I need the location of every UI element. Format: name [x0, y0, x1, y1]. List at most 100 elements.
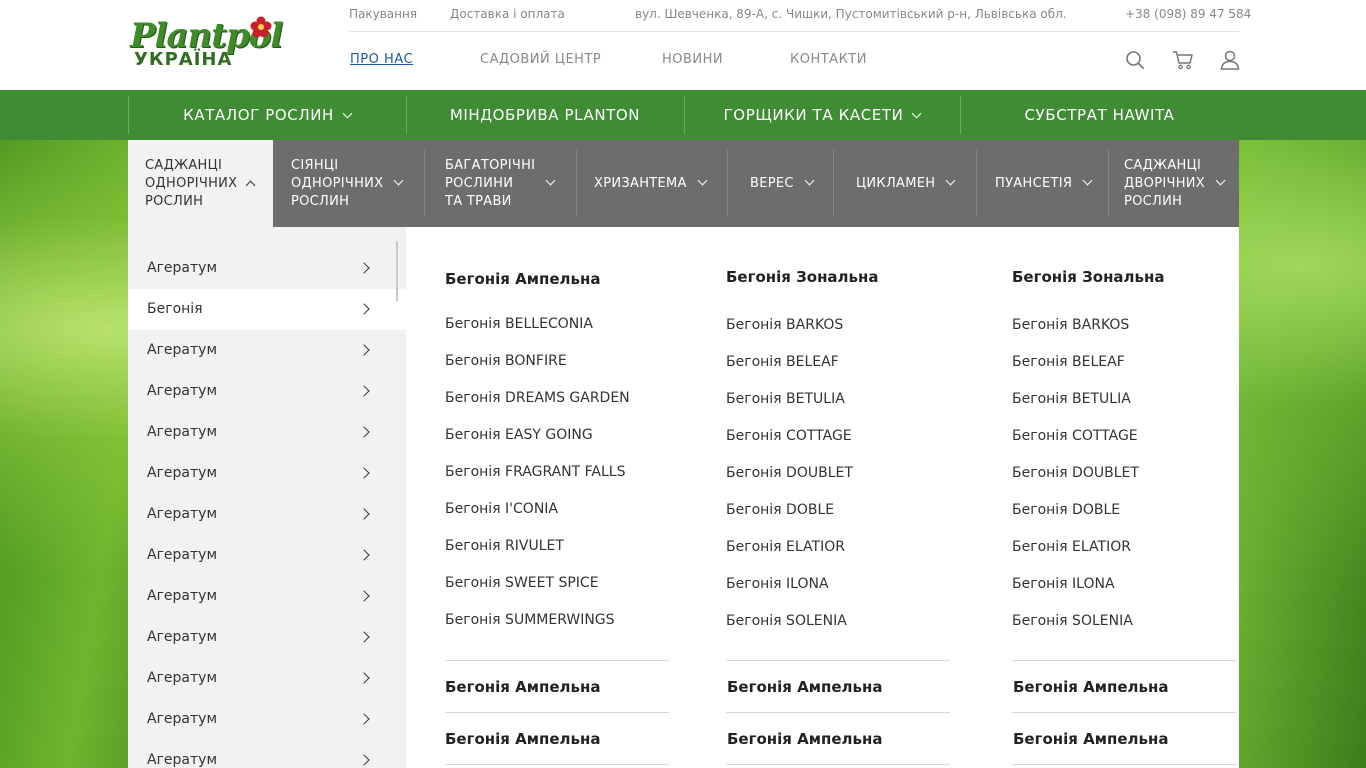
- variety-link[interactable]: Бегонія EASY GOING: [445, 427, 593, 443]
- chevron-up-icon: [245, 180, 256, 191]
- variety-link[interactable]: Бегонія RIVULET: [445, 538, 564, 554]
- search-icon[interactable]: [1124, 49, 1146, 71]
- nav-garden-center[interactable]: САДОВИЙ ЦЕНТР: [480, 52, 601, 67]
- category-bar: КАТАЛОГ РОСЛИН МІНДОБРИВА PLANTON ГОРЩИК…: [0, 90, 1366, 140]
- variety-link[interactable]: Бегонія ILONA: [1012, 576, 1115, 592]
- list-item[interactable]: Агератум: [128, 248, 396, 289]
- subcategory-annual-seedlings[interactable]: САДЖАНЦІ ОДНОРІЧНИХ РОСЛИН: [128, 140, 273, 227]
- column-title[interactable]: Бегонія Зональна: [1012, 268, 1165, 286]
- list-item[interactable]: Агератум: [128, 658, 396, 699]
- divider: [445, 660, 669, 661]
- logo-subtitle: УКРАЇНА: [134, 49, 233, 70]
- group-heading[interactable]: Бегонія Ампельна: [727, 678, 882, 696]
- list-item[interactable]: Агератум: [128, 453, 396, 494]
- variety-link[interactable]: Бегонія BARKOS: [1012, 317, 1129, 333]
- list-item-label: Агератум: [147, 629, 218, 645]
- variety-link[interactable]: Бегонія DOBLE: [726, 502, 834, 518]
- list-item[interactable]: Бегонія: [128, 289, 406, 330]
- category-label: ГОРЩИКИ ТА КАСЕТИ: [723, 106, 904, 124]
- group-heading[interactable]: Бегонія Ампельна: [445, 730, 600, 748]
- variety-link[interactable]: Бегонія DOUBLET: [1012, 465, 1139, 481]
- group-heading[interactable]: Бегонія Ампельна: [1013, 730, 1168, 748]
- flower-icon: [250, 16, 272, 38]
- variety-link[interactable]: Бегонія FRAGRANT FALLS: [445, 464, 626, 480]
- header: Plantpol УКРАЇНА Пакування Доставка і оп…: [0, 0, 1366, 90]
- subcategory-cyclamen[interactable]: ЦИКЛАМЕН: [834, 140, 976, 227]
- subcategory-heather[interactable]: ВЕРЕС: [728, 140, 833, 227]
- variety-link[interactable]: Бегонія ILONA: [726, 576, 829, 592]
- variety-link[interactable]: Бегонія SOLENIA: [726, 613, 847, 629]
- chevron-down-icon: [1082, 175, 1093, 186]
- list-item[interactable]: Агератум: [128, 371, 396, 412]
- variety-link[interactable]: Бегонія SWEET SPICE: [445, 575, 599, 591]
- nav-contacts[interactable]: КОНТАКТИ: [790, 52, 867, 67]
- divider: [1012, 660, 1236, 661]
- chevron-right-icon: [358, 303, 370, 315]
- variety-link[interactable]: Бегонія DOBLE: [1012, 502, 1120, 518]
- list-item[interactable]: Агератум: [128, 740, 396, 768]
- cart-icon[interactable]: [1172, 49, 1194, 71]
- variety-link[interactable]: Бегонія COTTAGE: [1012, 428, 1138, 444]
- variety-link[interactable]: Бегонія BONFIRE: [445, 353, 567, 369]
- divider: [445, 764, 669, 765]
- group-heading[interactable]: Бегонія Ампельна: [1013, 678, 1168, 696]
- subcategory-label: ПУАНСЕТІЯ: [995, 175, 1073, 191]
- variety-link[interactable]: Бегонія ELATIOR: [1012, 539, 1131, 555]
- list-item-label: Агератум: [147, 588, 218, 604]
- category-pots[interactable]: ГОРЩИКИ ТА КАСЕТИ: [684, 90, 960, 140]
- list-item[interactable]: Агератум: [128, 576, 396, 617]
- list-item[interactable]: Агератум: [128, 617, 396, 658]
- variety-link[interactable]: Бегонія SUMMERWINGS: [445, 612, 615, 628]
- list-item[interactable]: Агератум: [128, 535, 396, 576]
- chevron-down-icon: [804, 175, 815, 186]
- variety-link[interactable]: Бегонія DOUBLET: [726, 465, 853, 481]
- delivery-link[interactable]: Доставка і оплата: [450, 7, 565, 21]
- subcategory-chrysanthemum[interactable]: ХРИЗАНТЕМА: [577, 140, 727, 227]
- variety-link[interactable]: Бегонія BELEAF: [1012, 354, 1125, 370]
- subcategory-label: БАГАТОРІЧНІ РОСЛИНИ ТА ТРАВИ: [445, 157, 536, 209]
- group-heading[interactable]: Бегонія Ампельна: [727, 730, 882, 748]
- group-heading[interactable]: Бегонія Ампельна: [445, 678, 600, 696]
- packaging-link[interactable]: Пакування: [349, 7, 417, 21]
- variety-link[interactable]: Бегонія BETULIA: [1012, 391, 1131, 407]
- chevron-down-icon: [342, 108, 353, 119]
- subcategory-label: ХРИЗАНТЕМА: [594, 175, 687, 191]
- chevron-right-icon: [358, 426, 370, 438]
- phone-link[interactable]: +38 (098) 89 47 584: [1125, 7, 1251, 21]
- subcategory-perennials[interactable]: БАГАТОРІЧНІ РОСЛИНИ ТА ТРАВИ: [425, 140, 576, 227]
- list-item[interactable]: Агератум: [128, 412, 396, 453]
- list-item[interactable]: Агератум: [128, 494, 396, 535]
- subcategory-biennial-seedlings[interactable]: САДЖАНЦІ ДВОРІЧНИХ РОСЛИН: [1109, 140, 1239, 227]
- category-catalog[interactable]: КАТАЛОГ РОСЛИН: [128, 90, 406, 140]
- list-item-label: Бегонія: [147, 301, 203, 317]
- user-icon[interactable]: [1219, 49, 1241, 71]
- variety-link[interactable]: Бегонія I'CONIA: [445, 501, 558, 517]
- list-item-label: Агератум: [147, 506, 218, 522]
- variety-link[interactable]: Бегонія ELATIOR: [726, 539, 845, 555]
- variety-link[interactable]: Бегонія DREAMS GARDEN: [445, 390, 630, 406]
- variety-link[interactable]: Бегонія BETULIA: [726, 391, 845, 407]
- variety-link[interactable]: Бегонія SOLENIA: [1012, 613, 1133, 629]
- nav-news[interactable]: НОВИНИ: [662, 52, 723, 67]
- chevron-right-icon: [358, 344, 370, 356]
- list-item[interactable]: Агератум: [128, 330, 396, 371]
- list-item[interactable]: Агератум: [128, 699, 396, 740]
- column-title[interactable]: Бегонія Зональна: [726, 268, 879, 286]
- column-title[interactable]: Бегонія Ампельна: [445, 270, 600, 288]
- list-item-label: Агератум: [147, 547, 218, 563]
- logo[interactable]: Plantpol УКРАЇНА: [130, 16, 286, 72]
- subcategory-label: СІЯНЦІ ОДНОРІЧНИХ РОСЛИН: [291, 157, 384, 209]
- subcategory-poinsettia[interactable]: ПУАНСЕТІЯ: [977, 140, 1108, 227]
- variety-link[interactable]: Бегонія COTTAGE: [726, 428, 852, 444]
- variety-link[interactable]: Бегонія BARKOS: [726, 317, 843, 333]
- subcategory-annual-sprouts[interactable]: СІЯНЦІ ОДНОРІЧНИХ РОСЛИН: [273, 140, 424, 227]
- variety-link[interactable]: Бегонія BELEAF: [726, 354, 839, 370]
- variety-link[interactable]: Бегонія BELLECONIA: [445, 316, 593, 332]
- scrollbar[interactable]: [396, 241, 398, 301]
- category-substrate[interactable]: СУБСТРАТ HAWITA: [960, 90, 1239, 140]
- nav-about[interactable]: ПРО НАС: [350, 52, 413, 67]
- chevron-down-icon: [945, 175, 956, 186]
- category-fertilizers[interactable]: МІНДОБРИВА PLANTON: [406, 90, 684, 140]
- plant-list: Агератум Бегонія Агератум Агератум Агера…: [128, 227, 406, 768]
- chevron-down-icon: [1215, 175, 1226, 186]
